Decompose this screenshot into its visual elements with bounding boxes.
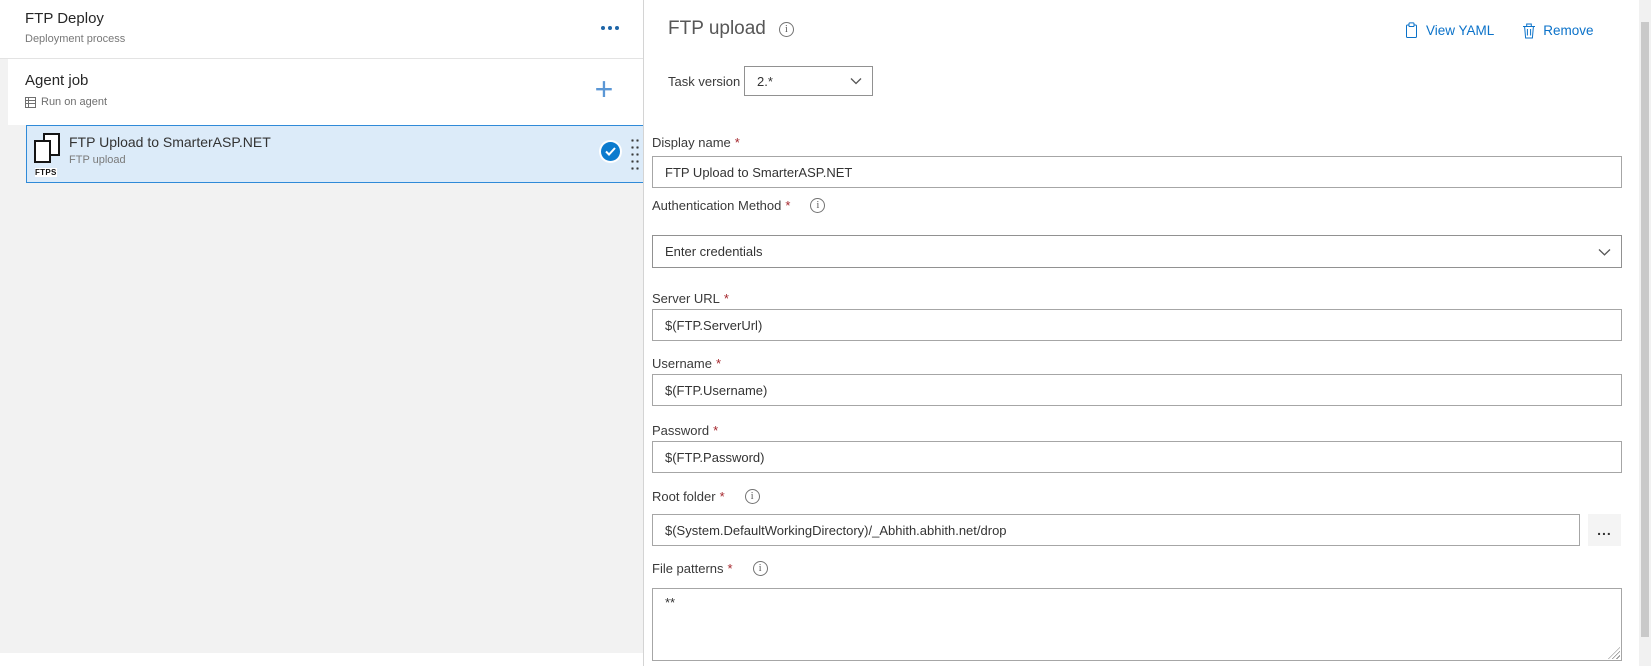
agent-icon [25,97,36,108]
authentication-method-label: Authentication Method* i [652,197,825,213]
password-input[interactable] [652,441,1622,473]
task-version-label: Task version [668,74,740,89]
password-label: Password* [652,422,718,438]
plus-icon: + [595,73,614,105]
required-marker: * [728,561,733,576]
file-patterns-textarea[interactable]: ** [652,588,1622,661]
file-patterns-label: File patterns* i [652,560,768,576]
display-name-input[interactable] [652,156,1622,188]
pipeline-stage-title: FTP Deploy [25,10,104,27]
task-panel-title: FTP upload [668,18,766,40]
scrollbar-thumb[interactable] [1641,22,1649,637]
root-folder-input[interactable] [652,514,1580,546]
required-marker: * [785,198,790,213]
agent-job-row[interactable]: Agent job Run on agent + FTPS FTP Upload… [8,59,643,125]
add-task-button[interactable]: + [586,65,622,113]
required-marker: * [720,489,725,504]
task-settings-panel: FTP upload i View YAML Remove Task versi… [644,0,1639,666]
display-name-label: Display name* [652,134,740,150]
ellipsis-icon [615,26,619,30]
drag-handle[interactable] [630,137,639,173]
agent-job-subtitle: Run on agent [41,96,107,108]
ftps-icon-label: FTPS [35,168,57,177]
more-options-button[interactable] [593,18,627,38]
vertical-scrollbar[interactable] [1639,0,1651,666]
server-url-label: Server URL* [652,290,729,306]
browse-button[interactable]: ... [1588,514,1621,546]
info-icon[interactable]: i [779,22,794,37]
username-input[interactable] [652,374,1622,406]
required-marker: * [724,291,729,306]
process-task-list: Agent job Run on agent + FTPS FTP Upload… [0,59,643,653]
trash-icon [1522,23,1536,39]
task-subtitle: FTP upload [69,154,126,166]
check-icon [605,147,616,156]
view-yaml-icon [1404,22,1419,39]
left-panel-bottom-strip [0,653,643,666]
remove-task-button[interactable]: Remove [1522,22,1593,39]
agent-job-title: Agent job [25,72,88,89]
chevron-down-icon [1598,248,1611,256]
view-yaml-button[interactable]: View YAML [1404,22,1494,39]
root-folder-label: Root folder* i [652,488,760,504]
required-marker: * [735,135,740,150]
required-marker: * [713,423,718,438]
release-pipeline-editor: FTP Deploy Deployment process Agent job … [0,0,1651,666]
authentication-method-select[interactable]: Enter credentials [652,235,1622,268]
task-selected-badge [601,142,620,161]
info-icon[interactable]: i [745,489,760,504]
info-icon[interactable]: i [753,561,768,576]
task-card-ftp-upload[interactable]: FTPS FTP Upload to SmarterASP.NET FTP up… [26,125,646,183]
task-title: FTP Upload to SmarterASP.NET [69,134,271,150]
ellipsis-icon [608,26,612,30]
pipeline-stage-subtitle: Deployment process [25,33,125,45]
task-version-select[interactable]: 2.* [744,66,873,96]
deployment-process-header: FTP Deploy Deployment process [0,0,643,59]
username-label: Username* [652,355,721,371]
document-shape [34,140,51,163]
ellipsis-icon [601,26,605,30]
ftps-task-icon: FTPS [33,133,71,177]
chevron-down-icon [850,77,862,85]
info-icon[interactable]: i [810,198,825,213]
required-marker: * [716,356,721,371]
server-url-input[interactable] [652,309,1622,341]
